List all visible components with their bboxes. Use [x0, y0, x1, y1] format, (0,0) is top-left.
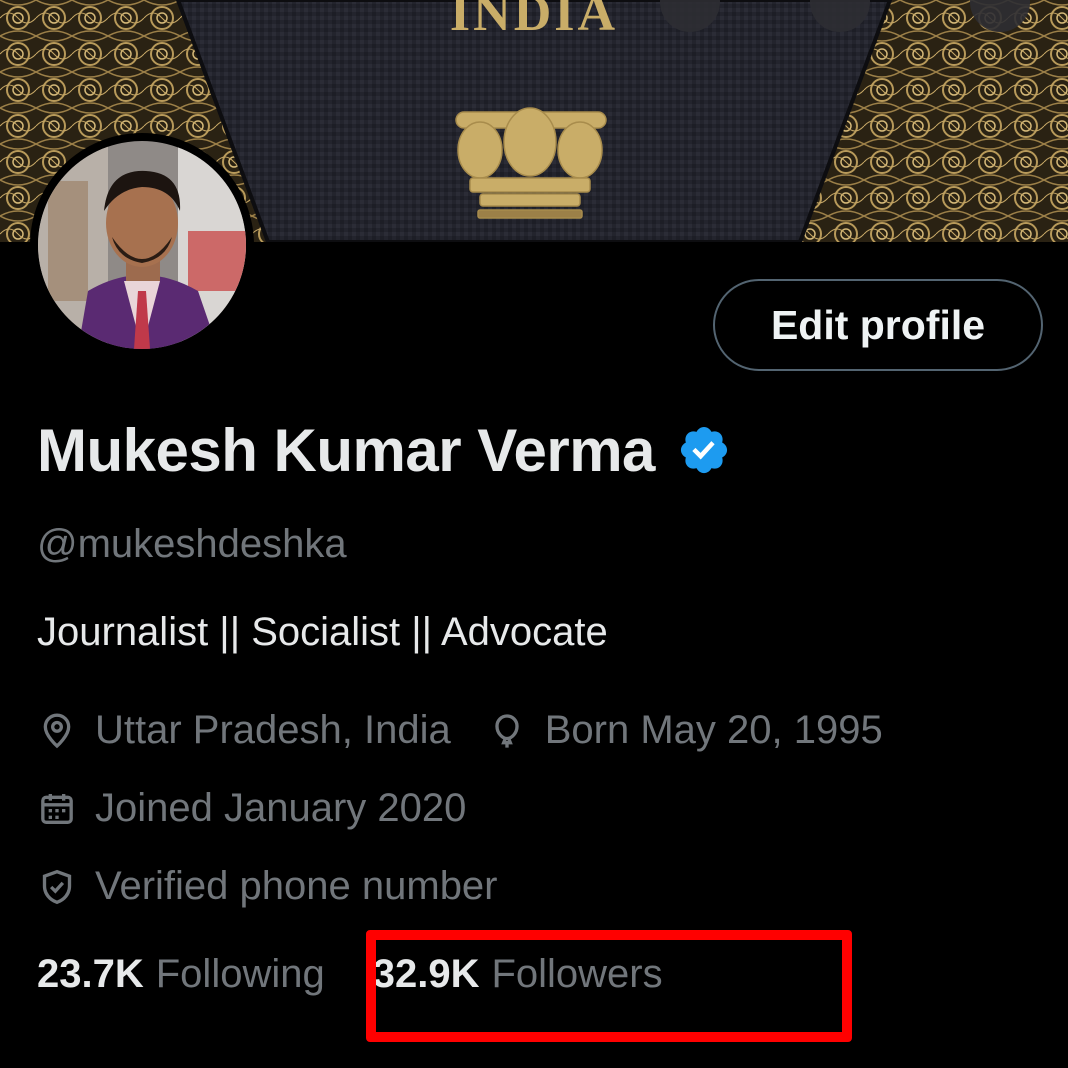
joined-item: Joined January 2020	[37, 786, 466, 831]
following-stat[interactable]: 23.7K Following	[37, 952, 325, 997]
followers-highlight-box	[366, 930, 852, 1042]
name-row: Mukesh Kumar Verma	[37, 410, 731, 490]
meta-row-joined: Joined January 2020	[37, 786, 466, 831]
avatar-photo	[38, 141, 246, 349]
meta-row-verified-phone: Verified phone number	[37, 864, 498, 909]
bio: Journalist || Socialist || Advocate	[37, 610, 608, 654]
following-label: Following	[155, 952, 325, 996]
calendar-icon	[41, 793, 73, 824]
location-pin-icon	[43, 713, 71, 748]
born-item: Born May 20, 1995	[487, 708, 883, 753]
shield-check-icon	[42, 869, 72, 904]
edit-profile-button[interactable]: Edit profile	[713, 279, 1043, 371]
display-name: Mukesh Kumar Verma	[37, 416, 655, 484]
location-text: Uttar Pradesh, India	[95, 708, 451, 752]
joined-text: Joined January 2020	[95, 786, 467, 830]
following-count: 23.7K	[37, 952, 144, 996]
verified-badge-icon[interactable]	[677, 423, 731, 477]
banner-title: INDIA	[449, 0, 619, 42]
verified-phone-text: Verified phone number	[95, 864, 498, 908]
verified-phone-item: Verified phone number	[37, 864, 498, 909]
born-text: Born May 20, 1995	[544, 708, 883, 752]
meta-row-location-born: Uttar Pradesh, India Born May 20, 1995	[37, 708, 883, 753]
avatar[interactable]	[30, 133, 254, 357]
balloon-icon	[495, 713, 519, 748]
location-item: Uttar Pradesh, India	[37, 708, 451, 753]
handle: @mukeshdeshka	[37, 522, 347, 566]
